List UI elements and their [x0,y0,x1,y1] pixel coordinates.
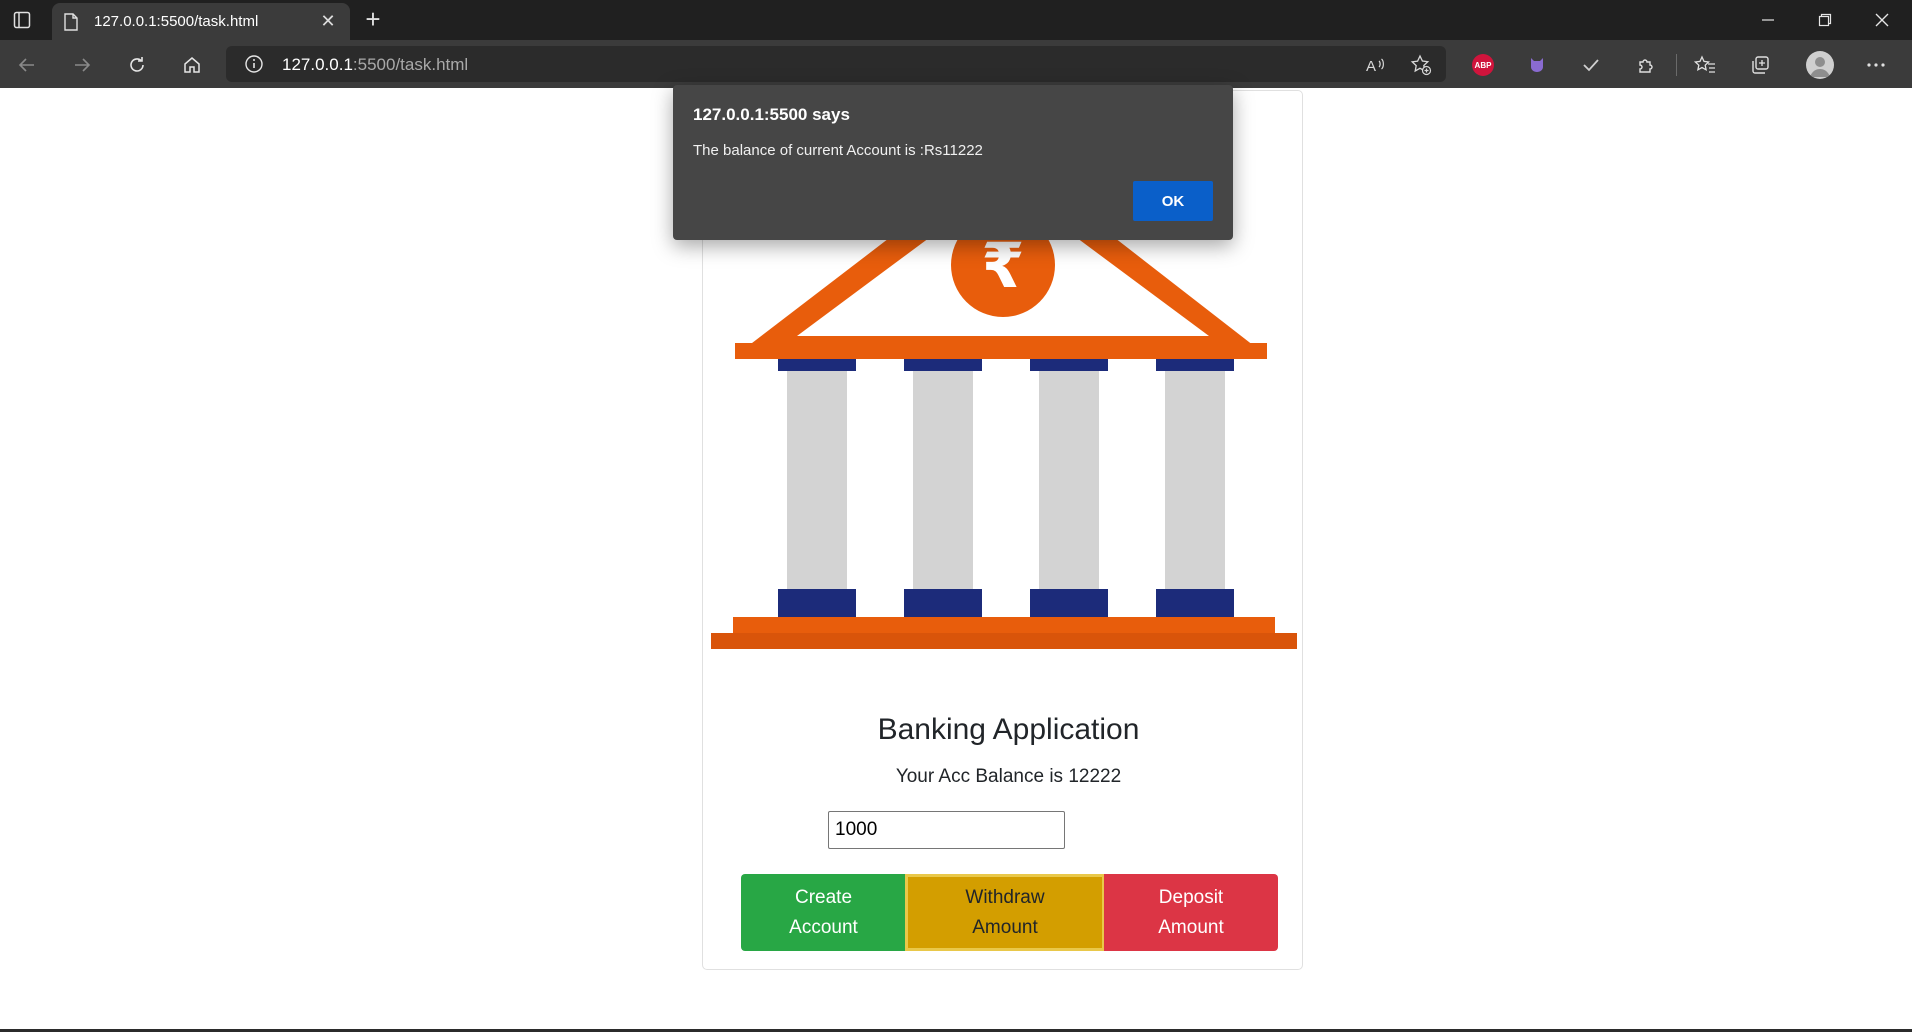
ok-button[interactable]: OK [1133,181,1213,221]
page-icon [64,12,80,32]
url-host: 127.0.0.1 [282,55,353,74]
collections-icon[interactable] [1745,50,1775,80]
url-text[interactable]: 127.0.0.1:5500/task.html [282,55,468,75]
alert-dialog: 127.0.0.1:5500 says The balance of curre… [673,85,1233,240]
minimize-icon[interactable] [1740,0,1796,40]
url-path: :5500/task.html [352,55,469,74]
create-button-line1: Create [794,886,853,908]
back-icon[interactable] [12,50,42,80]
alert-message: The balance of current Account is :Rs112… [693,142,983,159]
tab-actions-icon[interactable] [10,8,34,32]
svg-text:A: A [1366,58,1376,74]
page-title: Banking Application [877,713,1140,746]
deposit-button-line1: Deposit [1158,886,1224,908]
withdraw-button-line2: Amount [972,916,1038,938]
site-info-icon[interactable] [244,54,264,74]
create-account-button[interactable]: Create Account [741,874,906,951]
alert-title: 127.0.0.1:5500 says [693,105,850,124]
profile-avatar-icon[interactable] [1805,50,1835,80]
browser-tab-bar: 127.0.0.1:5500/task.html ✕ + [0,0,1912,40]
deposit-button-line2: Amount [1158,916,1224,938]
check-icon[interactable] [1576,50,1606,80]
restore-icon[interactable] [1797,0,1853,40]
new-tab-button[interactable]: + [360,6,386,33]
add-favorite-icon[interactable] [1409,53,1433,77]
amount-input[interactable] [828,811,1065,849]
forward-icon[interactable] [67,50,97,80]
adblock-plus-icon[interactable]: ABP [1468,50,1498,80]
withdraw-amount-button[interactable]: Withdraw Amount [905,874,1105,951]
home-icon[interactable] [177,50,207,80]
browser-tab[interactable]: 127.0.0.1:5500/task.html ✕ [52,3,350,40]
favorites-icon[interactable] [1690,50,1720,80]
extensions-puzzle-icon[interactable] [1631,50,1661,80]
close-tab-icon[interactable]: ✕ [318,11,338,32]
address-bar[interactable]: 127.0.0.1:5500/task.html A [226,46,1446,82]
account-balance-text: Your Acc Balance is 12222 [895,766,1122,787]
browser-toolbar: 127.0.0.1:5500/task.html A ABP [0,40,1912,88]
more-options-icon[interactable] [1861,50,1891,80]
read-aloud-icon[interactable]: A [1364,53,1388,77]
toolbar-divider [1676,54,1677,76]
deposit-amount-button[interactable]: Deposit Amount [1104,874,1278,951]
tab-title: 127.0.0.1:5500/task.html [94,13,259,30]
extension-icon[interactable] [1522,50,1552,80]
create-button-line2: Account [789,916,858,938]
close-window-icon[interactable] [1854,0,1910,40]
withdraw-button-line1: Withdraw [965,886,1045,908]
refresh-icon[interactable] [122,50,152,80]
